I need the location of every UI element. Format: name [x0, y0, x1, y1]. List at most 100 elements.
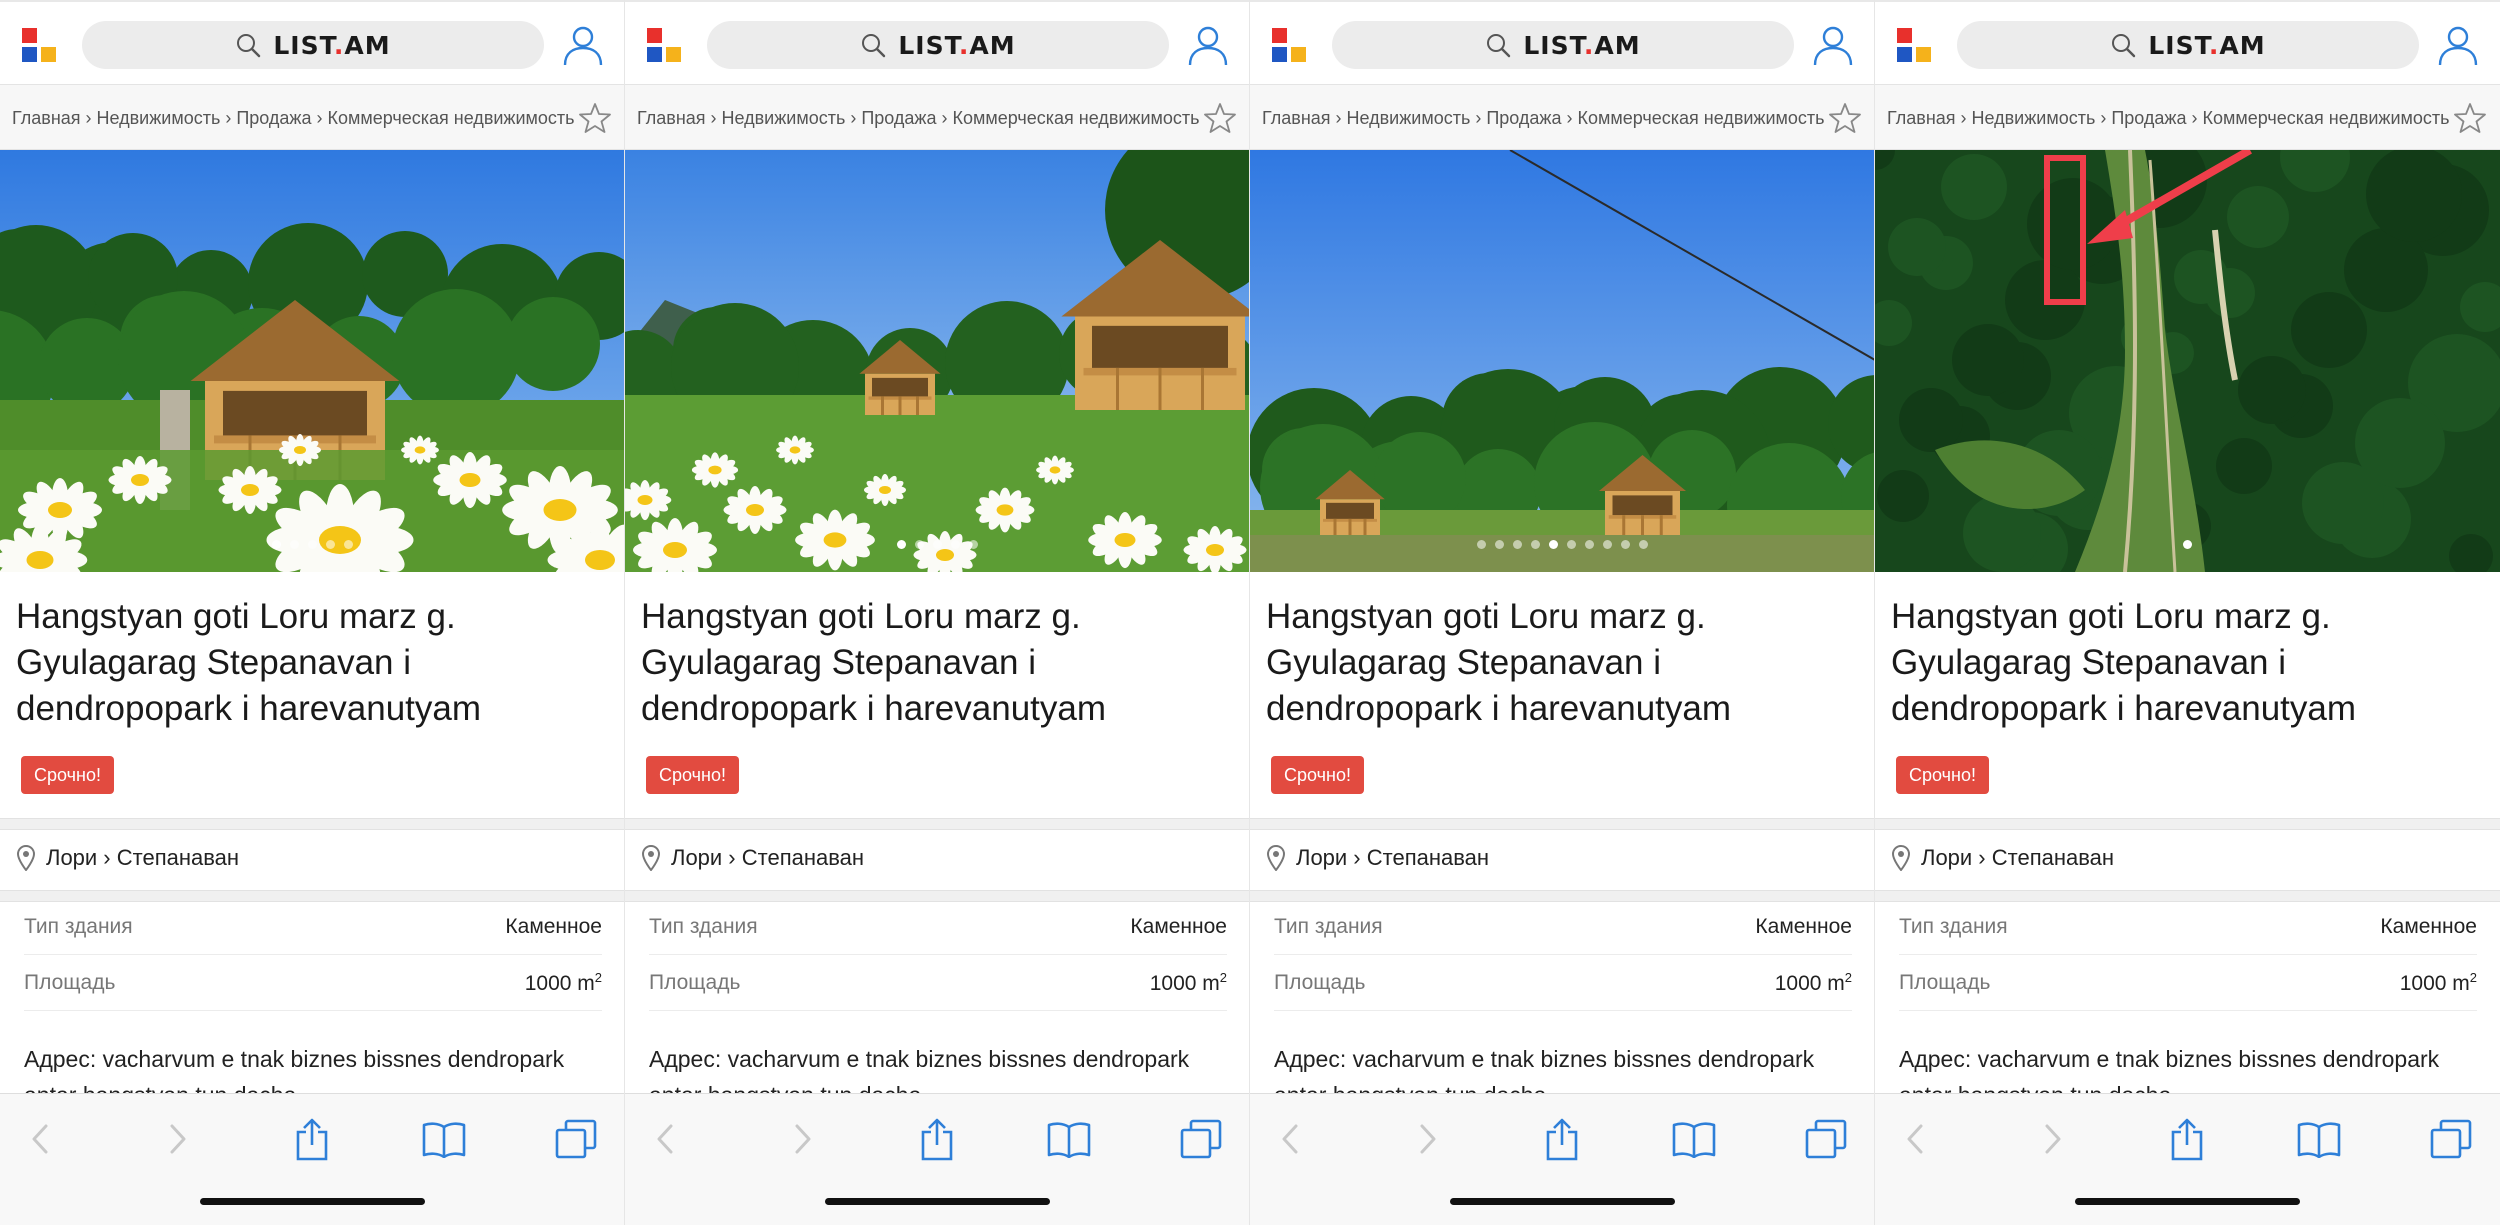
chevron-left-icon — [1907, 1124, 1923, 1154]
pagination-dot[interactable] — [1531, 540, 1540, 549]
listing-photo[interactable] — [0, 150, 624, 572]
pagination-dot[interactable] — [290, 540, 299, 549]
site-header: LIST.AM — [625, 0, 1249, 84]
site-logo[interactable] — [20, 26, 60, 66]
pagination-dot[interactable] — [272, 540, 281, 549]
site-logo[interactable] — [1270, 26, 1310, 66]
star-icon[interactable] — [1203, 101, 1237, 135]
back-button[interactable] — [642, 1116, 688, 1162]
pagination-dot[interactable] — [951, 540, 960, 549]
search-icon — [2112, 34, 2136, 58]
share-button[interactable] — [914, 1116, 960, 1162]
search-bar[interactable]: LIST.AM — [1332, 21, 1794, 69]
star-icon[interactable] — [2453, 101, 2487, 135]
user-icon[interactable] — [2435, 22, 2481, 68]
attribute-label: Тип здания — [1899, 914, 2008, 938]
breadcrumb[interactable]: Главная › Недвижимость › Продажа › Комме… — [1262, 85, 1825, 151]
pagination-dot[interactable] — [326, 540, 335, 549]
forward-button[interactable] — [1405, 1116, 1451, 1162]
brand-dot: . — [333, 30, 345, 60]
attribute-row-area: Площадь 1000 m2 — [1274, 955, 1852, 1011]
pagination-dot[interactable] — [1567, 540, 1576, 549]
section-divider — [1875, 818, 2500, 830]
attribute-value: Каменное — [1130, 914, 1227, 938]
section-divider — [0, 818, 624, 830]
pagination-dot[interactable] — [1603, 540, 1612, 549]
logo-red-square — [1897, 28, 1912, 43]
listing-photo[interactable] — [1250, 150, 1874, 572]
pagination-dot[interactable] — [897, 540, 906, 549]
site-logo[interactable] — [1895, 26, 1935, 66]
pagination-dot[interactable] — [308, 540, 317, 549]
forward-button[interactable] — [780, 1116, 826, 1162]
attribute-value: 1000 m2 — [2400, 970, 2477, 996]
location-row[interactable]: Лори › Степанаван — [641, 840, 864, 876]
share-button[interactable] — [2164, 1116, 2210, 1162]
tabs-button[interactable] — [1803, 1116, 1849, 1162]
photo-pagination — [625, 540, 1249, 552]
search-bar[interactable]: LIST.AM — [82, 21, 544, 69]
forward-button[interactable] — [2030, 1116, 2076, 1162]
pagination-dot[interactable] — [1639, 540, 1648, 549]
pagination-dot[interactable] — [1477, 540, 1486, 549]
tabs-button[interactable] — [2428, 1116, 2474, 1162]
forward-button[interactable] — [155, 1116, 201, 1162]
user-icon[interactable] — [1810, 22, 1856, 68]
breadcrumb[interactable]: Главная › Недвижимость › Продажа › Комме… — [1887, 85, 2450, 151]
pagination-dot[interactable] — [1495, 540, 1504, 549]
pagination-dot[interactable] — [1621, 540, 1630, 549]
location-row[interactable]: Лори › Степанаван — [1891, 840, 2114, 876]
listing-panel-1: LIST.AM Главная › Недвижимость › Продажа… — [0, 0, 625, 1225]
user-icon[interactable] — [560, 22, 606, 68]
logo-yellow-square — [666, 47, 681, 62]
star-icon[interactable] — [578, 101, 612, 135]
bookmarks-button[interactable] — [1671, 1116, 1717, 1162]
bookmarks-button[interactable] — [2296, 1116, 2342, 1162]
photo-image — [1875, 150, 2500, 572]
back-button[interactable] — [17, 1116, 63, 1162]
attribute-label: Тип здания — [24, 914, 133, 938]
photo-scene — [0, 150, 624, 572]
pagination-dot[interactable] — [2183, 540, 2192, 549]
user-icon[interactable] — [1185, 22, 1231, 68]
listing-photo[interactable] — [1875, 150, 2500, 572]
share-button[interactable] — [1539, 1116, 1585, 1162]
back-button[interactable] — [1267, 1116, 1313, 1162]
pagination-dot[interactable] — [915, 540, 924, 549]
star-icon[interactable] — [1828, 101, 1862, 135]
pagination-dot[interactable] — [969, 540, 978, 549]
pagination-dot[interactable] — [1585, 540, 1594, 549]
attribute-row-area: Площадь 1000 m2 — [1899, 955, 2477, 1011]
listing-title: Hangstyan goti Loru marz g. Gyulagarag S… — [1266, 597, 1732, 728]
breadcrumb-bar: Главная › Недвижимость › Продажа › Комме… — [1875, 84, 2500, 150]
area-unit-exponent: 2 — [2469, 969, 2477, 985]
pagination-dot[interactable] — [933, 540, 942, 549]
logo-yellow-square — [41, 47, 56, 62]
pagination-dot[interactable] — [1513, 540, 1522, 549]
breadcrumb[interactable]: Главная › Недвижимость › Продажа › Комме… — [12, 85, 575, 151]
listing-photo[interactable] — [625, 150, 1249, 572]
bookmarks-button[interactable] — [421, 1116, 467, 1162]
share-button[interactable] — [289, 1116, 335, 1162]
attribute-label: Площадь — [649, 970, 741, 994]
search-bar[interactable]: LIST.AM — [707, 21, 1169, 69]
location-row[interactable]: Лори › Степанаван — [1266, 840, 1489, 876]
photo-image — [1250, 150, 1874, 572]
search-bar[interactable]: LIST.AM — [1957, 21, 2419, 69]
area-value: 1000 m — [1149, 971, 1220, 995]
attribute-row-building-type: Тип здания Каменное — [24, 899, 602, 955]
brand-wordmark: LIST.AM — [898, 31, 1015, 60]
location-row[interactable]: Лори › Степанаван — [16, 840, 239, 876]
tabs-button[interactable] — [553, 1116, 599, 1162]
share-icon — [296, 1118, 328, 1161]
attribute-value: Каменное — [505, 914, 602, 938]
breadcrumb[interactable]: Главная › Недвижимость › Продажа › Комме… — [637, 85, 1200, 151]
site-logo[interactable] — [645, 26, 685, 66]
pagination-dot[interactable] — [1549, 540, 1558, 549]
bookmarks-button[interactable] — [1046, 1116, 1092, 1162]
pagination-dot[interactable] — [344, 540, 353, 549]
home-indicator — [825, 1198, 1050, 1205]
tabs-button[interactable] — [1178, 1116, 1224, 1162]
urgent-badge: Срочно! — [1896, 756, 1989, 794]
back-button[interactable] — [1892, 1116, 1938, 1162]
